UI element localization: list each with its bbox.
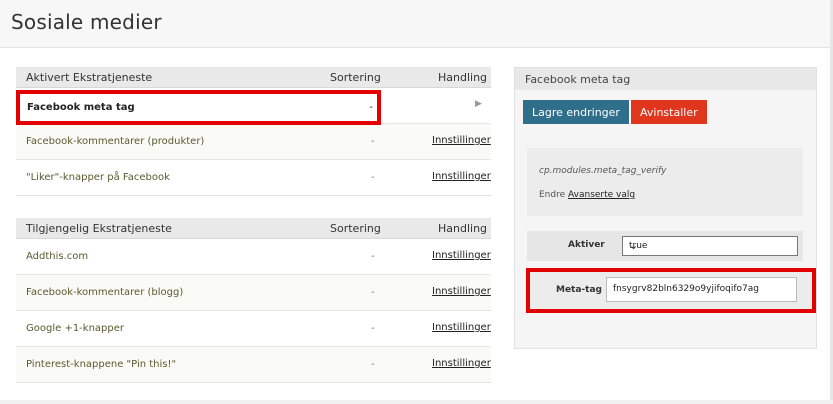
settings-link[interactable]: Innstillinger — [432, 171, 491, 182]
table-row: Facebook-kommentarer (blogg) - Innstilli… — [16, 275, 491, 311]
available-services-table: Tilgjengelig Ekstratjeneste Sortering Ha… — [16, 218, 491, 384]
bottom-edge — [0, 400, 833, 404]
service-name: "Liker"-knapper på Facebook — [26, 172, 170, 183]
table-header: Aktivert Ekstratjeneste Sortering Handli… — [16, 67, 491, 88]
activate-label: Aktiver — [568, 240, 605, 250]
col-header-sort[interactable]: Sortering — [330, 222, 381, 235]
save-changes-button[interactable]: Lagre endringer — [523, 100, 629, 124]
activate-field: Aktiver true ⌄ — [527, 231, 803, 261]
change-prefix: Endre — [539, 190, 566, 200]
service-sort: - — [369, 102, 373, 113]
chevron-down-icon: ⌄ — [629, 239, 639, 252]
settings-link[interactable]: Innstillinger — [432, 286, 491, 297]
service-name: Pinterest-knappene "Pin this!" — [26, 359, 177, 370]
uninstall-button[interactable]: Avinstaller — [631, 100, 707, 124]
meta-tag-label: Meta-tag — [556, 285, 602, 295]
meta-tag-field: Meta-tag fnsygrv82bln6329o9yjifoqifo7ag — [526, 268, 816, 313]
table-row: Pinterest-knappene "Pin this!" - Innstil… — [16, 347, 491, 383]
advanced-options-line: Endre Avanserte valg — [539, 190, 635, 200]
activate-select[interactable]: true ⌄ — [622, 236, 798, 256]
service-name: Google +1-knapper — [26, 323, 125, 334]
module-info-box: cp.modules.meta_tag_verify Endre Avanser… — [527, 148, 803, 216]
service-name: Addthis.com — [26, 251, 89, 262]
settings-link[interactable]: Innstillinger — [432, 135, 491, 146]
service-name: Facebook-kommentarer (blogg) — [26, 287, 184, 298]
service-sort: - — [371, 323, 375, 334]
col-header-name: Aktivert Ekstratjeneste — [26, 71, 153, 84]
col-header-name: Tilgjengelig Ekstratjeneste — [26, 222, 172, 235]
table-row: Facebook-kommentarer (produkter) - Innst… — [16, 124, 491, 160]
page-title: Sosiale medier — [11, 10, 162, 34]
service-sort: - — [371, 359, 375, 370]
service-name: Facebook-kommentarer (produkter) — [26, 136, 205, 147]
service-name: Facebook meta tag — [27, 102, 135, 113]
page-header: Sosiale medier — [0, 0, 833, 48]
settings-panel-header: Facebook meta tag — [515, 68, 816, 90]
table-row: "Liker"-knapper på Facebook - Innstillin… — [16, 160, 491, 196]
expand-arrow-icon[interactable]: ▶ — [475, 99, 482, 109]
table-row: Addthis.com - Innstillinger — [16, 239, 491, 275]
table-row: Google +1-knapper - Innstillinger — [16, 311, 491, 347]
settings-link[interactable]: Innstillinger — [432, 358, 491, 369]
service-sort: - — [371, 172, 375, 183]
advanced-options-link[interactable]: Avanserte valg — [568, 190, 635, 200]
service-sort: - — [371, 287, 375, 298]
settings-link[interactable]: Innstillinger — [432, 250, 491, 261]
table-header: Tilgjengelig Ekstratjeneste Sortering Ha… — [16, 218, 491, 239]
settings-panel-title: Facebook meta tag — [525, 73, 631, 86]
module-key: cp.modules.meta_tag_verify — [539, 166, 667, 176]
service-sort: - — [371, 136, 375, 147]
settings-link[interactable]: Innstillinger — [432, 322, 491, 333]
col-header-action: Handling — [438, 71, 488, 84]
selected-service-row[interactable]: Facebook meta tag - — [16, 90, 381, 125]
service-sort: - — [371, 251, 375, 262]
meta-tag-input[interactable]: fnsygrv82bln6329o9yjifoqifo7ag — [606, 277, 797, 302]
active-services-table: Aktivert Ekstratjeneste Sortering Handli… — [16, 67, 491, 196]
col-header-sort[interactable]: Sortering — [330, 71, 381, 84]
col-header-action: Handling — [438, 222, 488, 235]
